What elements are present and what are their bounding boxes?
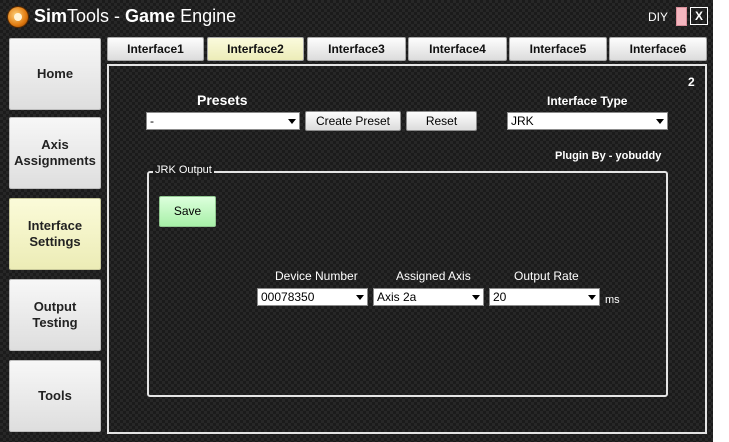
app-title: SimTools - Game Engine bbox=[34, 6, 236, 27]
output-rate-dropdown[interactable]: 20 bbox=[489, 288, 600, 306]
tab-interface3[interactable]: Interface3 bbox=[307, 37, 406, 61]
app-title-part3: Game bbox=[125, 6, 176, 26]
presets-dropdown-value: - bbox=[150, 114, 154, 128]
chevron-down-icon bbox=[588, 295, 596, 300]
output-rate-unit: ms bbox=[605, 294, 620, 306]
interface-type-label: Interface Type bbox=[547, 94, 628, 108]
tab-interface5[interactable]: Interface5 bbox=[509, 37, 607, 61]
interface-type-dropdown-value: JRK bbox=[511, 114, 534, 128]
assigned-axis-label: Assigned Axis bbox=[396, 269, 471, 283]
sidebar-item-home[interactable]: Home bbox=[9, 38, 101, 110]
simtools-logo-icon bbox=[8, 7, 28, 27]
diy-label: DIY bbox=[648, 10, 669, 24]
tab-interface4[interactable]: Interface4 bbox=[408, 37, 507, 61]
title-bar: SimTools - Game Engine DIY X bbox=[0, 0, 713, 34]
app-title-part2: Tools - bbox=[67, 6, 126, 26]
device-number-dropdown[interactable]: 00078350 bbox=[257, 288, 368, 306]
interface-type-dropdown[interactable]: JRK bbox=[507, 112, 668, 130]
chevron-down-icon bbox=[472, 295, 480, 300]
tab-interface2[interactable]: Interface2 bbox=[207, 37, 304, 61]
close-button[interactable]: X bbox=[690, 7, 708, 25]
sidebar-item-interface-settings[interactable]: Interface Settings bbox=[9, 198, 101, 270]
device-number-label: Device Number bbox=[275, 269, 358, 283]
app-title-part4: Engine bbox=[175, 6, 237, 26]
jrk-output-group bbox=[147, 171, 668, 397]
panel-number: 2 bbox=[688, 75, 695, 89]
tab-interface1[interactable]: Interface1 bbox=[107, 37, 204, 61]
output-rate-label: Output Rate bbox=[514, 269, 579, 283]
tab-interface6[interactable]: Interface6 bbox=[609, 37, 707, 61]
create-preset-button[interactable]: Create Preset bbox=[305, 111, 401, 131]
assigned-axis-dropdown[interactable]: Axis 2a bbox=[373, 288, 484, 306]
jrk-output-group-title: JRK Output bbox=[153, 164, 214, 177]
device-number-dropdown-value: 00078350 bbox=[261, 290, 315, 304]
sidebar-item-output-testing[interactable]: Output Testing bbox=[9, 279, 101, 351]
chevron-down-icon bbox=[288, 119, 296, 124]
app-title-part1: Sim bbox=[34, 6, 68, 26]
save-button[interactable]: Save bbox=[159, 196, 216, 227]
chevron-down-icon bbox=[656, 119, 664, 124]
sidebar-item-tools[interactable]: Tools bbox=[9, 360, 101, 432]
assigned-axis-dropdown-value: Axis 2a bbox=[377, 290, 417, 304]
reset-button[interactable]: Reset bbox=[406, 111, 477, 131]
presets-label: Presets bbox=[197, 92, 248, 108]
plugin-by-label: Plugin By - yobuddy bbox=[555, 150, 662, 162]
output-rate-dropdown-value: 20 bbox=[493, 290, 507, 304]
presets-dropdown[interactable]: - bbox=[146, 112, 300, 130]
chevron-down-icon bbox=[356, 295, 364, 300]
app-window: SimTools - Game Engine DIY X Home Axis A… bbox=[0, 0, 713, 442]
pink-indicator-button[interactable] bbox=[676, 7, 687, 26]
sidebar-item-axis-assignments[interactable]: Axis Assignments bbox=[9, 117, 101, 189]
